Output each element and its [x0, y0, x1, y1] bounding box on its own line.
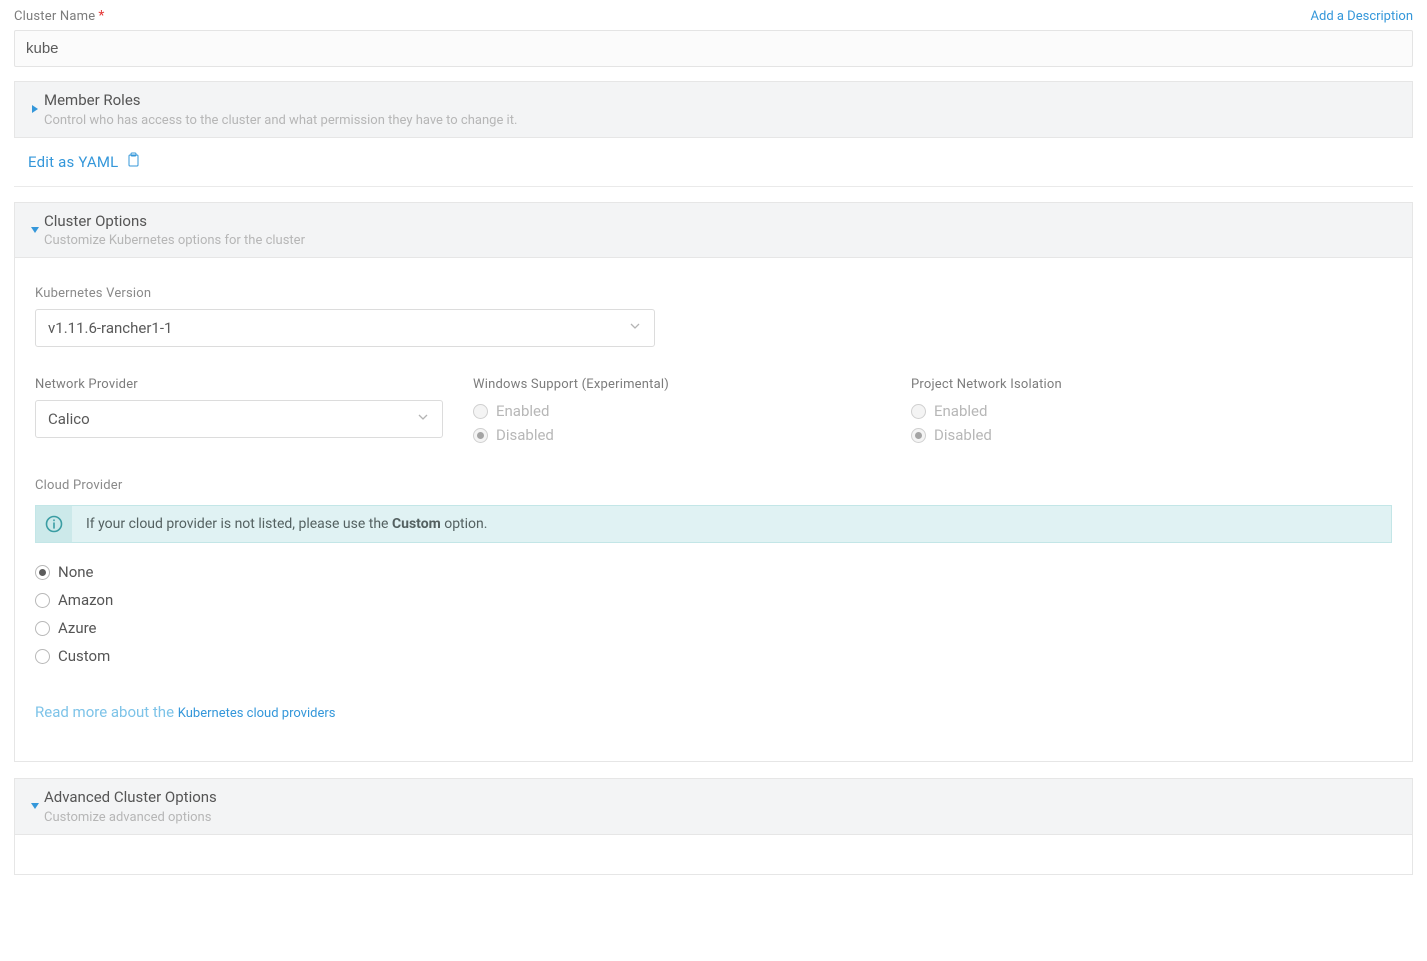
info-text-suffix: option. — [441, 516, 488, 532]
enabled-label: Enabled — [496, 402, 549, 420]
cluster-options-subtitle: Customize Kubernetes options for the clu… — [44, 233, 305, 248]
windows-support-disabled-option: Disabled — [473, 426, 881, 444]
advanced-options-subtitle: Customize advanced options — [44, 810, 217, 825]
project-isolation-disabled-option: Disabled — [911, 426, 1319, 444]
caret-right-icon — [26, 104, 44, 114]
cluster-options-title: Cluster Options — [44, 212, 305, 232]
info-text-prefix: If your cloud provider is not listed, pl… — [86, 516, 392, 532]
k8s-version-select[interactable]: v1.11.6-rancher1-1 — [35, 309, 655, 347]
network-provider-value: Calico — [48, 410, 90, 428]
windows-support-enabled-option: Enabled — [473, 402, 881, 420]
cloud-provider-label: Cloud Provider — [35, 478, 1392, 493]
add-description-link[interactable]: Add a Description — [1311, 9, 1413, 24]
cloud-provider-custom-option[interactable]: Custom — [35, 647, 1392, 665]
cloud-provider-azure-radio[interactable] — [35, 621, 50, 636]
cloud-provider-custom-radio[interactable] — [35, 649, 50, 664]
caret-down-icon — [26, 225, 44, 235]
advanced-options-title: Advanced Cluster Options — [44, 788, 217, 808]
cluster-options-section-header[interactable]: Cluster Options Customize Kubernetes opt… — [14, 202, 1413, 259]
project-isolation-label: Project Network Isolation — [911, 377, 1319, 392]
member-roles-section-header[interactable]: Member Roles Control who has access to t… — [14, 81, 1413, 138]
cloud-provider-info-banner: If your cloud provider is not listed, pl… — [35, 505, 1392, 543]
windows-support-disabled-radio — [473, 428, 488, 443]
enabled-label: Enabled — [934, 402, 987, 420]
cloud-provider-amazon-label: Amazon — [58, 591, 113, 609]
cloud-provider-amazon-radio[interactable] — [35, 593, 50, 608]
windows-support-enabled-radio — [473, 404, 488, 419]
network-provider-label: Network Provider — [35, 377, 443, 392]
clipboard-icon[interactable] — [126, 152, 140, 172]
cluster-name-label: Cluster Name — [14, 9, 95, 24]
advanced-options-body — [14, 835, 1413, 875]
info-icon — [36, 506, 72, 542]
chevron-down-icon — [416, 410, 430, 428]
cloud-provider-none-option[interactable]: None — [35, 563, 1392, 581]
cloud-provider-none-label: None — [58, 563, 94, 581]
read-more-prefix: Read more about the — [35, 703, 178, 721]
cluster-options-body: Kubernetes Version v1.11.6-rancher1-1 Ne… — [14, 258, 1413, 762]
required-asterisk: * — [98, 8, 104, 24]
project-isolation-disabled-radio — [911, 428, 926, 443]
member-roles-title: Member Roles — [44, 91, 517, 111]
project-isolation-enabled-option: Enabled — [911, 402, 1319, 420]
member-roles-subtitle: Control who has access to the cluster an… — [44, 113, 517, 128]
cloud-provider-none-radio[interactable] — [35, 565, 50, 580]
k8s-cloud-providers-link[interactable]: Kubernetes cloud providers — [178, 706, 336, 721]
info-text-bold: Custom — [392, 516, 441, 532]
k8s-version-label: Kubernetes Version — [35, 286, 1392, 301]
chevron-down-icon — [628, 319, 642, 337]
caret-down-icon — [26, 801, 44, 811]
project-isolation-enabled-radio — [911, 404, 926, 419]
windows-support-label: Windows Support (Experimental) — [473, 377, 881, 392]
disabled-label: Disabled — [934, 426, 992, 444]
edit-as-yaml-link[interactable]: Edit as YAML — [28, 153, 118, 171]
cloud-provider-azure-option[interactable]: Azure — [35, 619, 1392, 637]
network-provider-select[interactable]: Calico — [35, 400, 443, 438]
cloud-provider-amazon-option[interactable]: Amazon — [35, 591, 1392, 609]
advanced-options-section-header[interactable]: Advanced Cluster Options Customize advan… — [14, 778, 1413, 835]
k8s-version-value: v1.11.6-rancher1-1 — [48, 319, 172, 337]
cluster-name-input[interactable] — [14, 30, 1413, 67]
cloud-provider-custom-label: Custom — [58, 647, 110, 665]
disabled-label: Disabled — [496, 426, 554, 444]
cloud-provider-azure-label: Azure — [58, 619, 96, 637]
